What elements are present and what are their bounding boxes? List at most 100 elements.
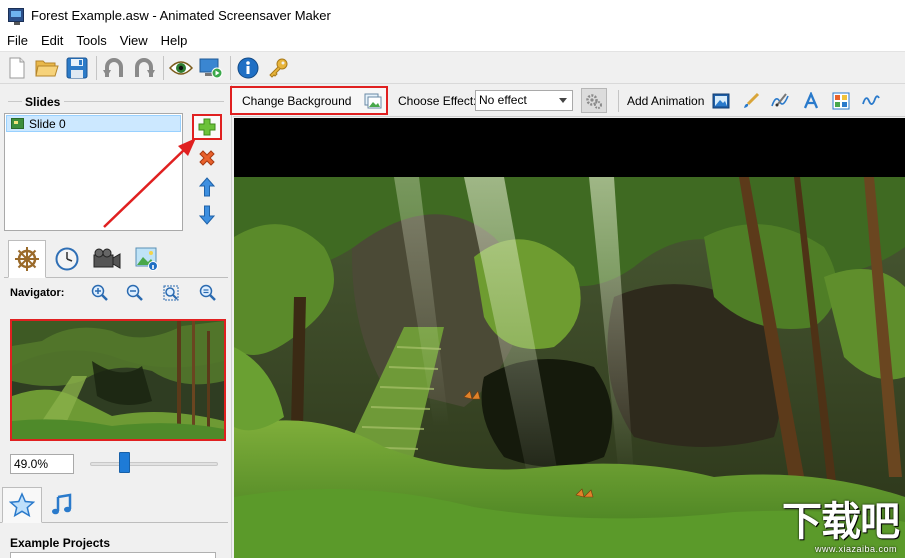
grid-shapes-icon xyxy=(832,92,850,110)
redo-button[interactable] xyxy=(130,54,158,82)
toolbar-separator xyxy=(618,90,619,112)
tab-timing[interactable] xyxy=(48,242,86,276)
app-monitor-icon xyxy=(8,8,24,25)
key-icon xyxy=(269,58,288,78)
slides-divider xyxy=(64,101,224,102)
add-shapes-animation-button[interactable] xyxy=(829,89,853,113)
slide-toolbar: Change Background Choose Effect: No effe… xyxy=(230,85,905,117)
new-button[interactable] xyxy=(3,54,31,82)
menu-tools[interactable]: Tools xyxy=(69,33,112,48)
zoom-out-button[interactable] xyxy=(124,282,146,304)
add-path-animation-button[interactable] xyxy=(859,89,883,113)
arrow-down-icon xyxy=(199,205,215,225)
video-camera-icon xyxy=(93,248,121,269)
window-title: Forest Example.asw - Animated Screensave… xyxy=(31,7,331,23)
info-button[interactable] xyxy=(234,54,262,82)
navigator-preview[interactable] xyxy=(10,319,226,441)
zoom-actual-button[interactable] xyxy=(197,282,219,304)
example-projects-list[interactable] xyxy=(10,552,216,558)
move-slide-up-button[interactable] xyxy=(192,174,222,200)
picture-frame-icon xyxy=(712,93,730,109)
chevron-down-icon xyxy=(559,98,567,103)
site-watermark: 下载吧 www.xiazaiba.com xyxy=(768,500,901,554)
move-slide-down-button[interactable] xyxy=(192,202,222,228)
tab-projects[interactable] xyxy=(2,487,42,523)
library-tabs xyxy=(0,485,228,523)
watermark-url: www.xiazaiba.com xyxy=(814,544,897,554)
toolbar-separator xyxy=(230,55,231,80)
gears-icon xyxy=(586,93,602,109)
zoom-slider-track[interactable] xyxy=(90,462,218,466)
clock-icon xyxy=(55,247,79,271)
title-bar: Forest Example.asw - Animated Screensave… xyxy=(0,0,905,30)
example-projects-label: Example Projects xyxy=(10,536,111,550)
add-text-animation-button[interactable] xyxy=(799,89,823,113)
add-slide-button[interactable] xyxy=(192,114,222,140)
menu-bar: File Edit Tools View Help xyxy=(0,30,905,52)
add-draw-animation-button[interactable] xyxy=(768,89,792,113)
slide-thumbnail-icon xyxy=(11,118,24,129)
slides-divider xyxy=(8,101,22,102)
slides-label: Slides xyxy=(25,95,61,109)
zoom-fit-icon xyxy=(163,285,179,301)
add-brush-animation-button[interactable] xyxy=(739,89,763,113)
toolbar-separator xyxy=(163,55,164,80)
left-panel: Slides Slide 0 Navigator: 49.0% Example … xyxy=(0,85,232,558)
run-screensaver-button[interactable] xyxy=(197,54,225,82)
open-button[interactable] xyxy=(33,54,61,82)
zoom-in-button[interactable] xyxy=(89,282,111,304)
undo-icon xyxy=(103,57,123,77)
change-background-button[interactable]: Change Background xyxy=(230,86,388,115)
new-file-icon xyxy=(9,57,25,78)
pen-draw-icon xyxy=(771,93,789,107)
redo-icon xyxy=(135,57,155,77)
menu-edit[interactable]: Edit xyxy=(34,33,69,48)
watermark-title: 下载吧 xyxy=(782,499,900,545)
slide-item[interactable]: Slide 0 xyxy=(6,115,181,132)
slide-canvas[interactable]: 下载吧 www.xiazaiba.com xyxy=(234,118,905,558)
zoom-percent-field[interactable]: 49.0% xyxy=(10,454,74,474)
menu-help[interactable]: Help xyxy=(154,33,194,48)
menu-file[interactable]: File xyxy=(0,33,34,48)
music-note-icon xyxy=(52,493,72,515)
run-screensaver-icon xyxy=(199,58,223,78)
plus-icon xyxy=(198,118,216,136)
image-info-icon xyxy=(135,247,158,271)
add-image-animation-button[interactable] xyxy=(709,89,733,113)
tab-navigator[interactable] xyxy=(8,240,46,278)
zoom-slider-thumb[interactable] xyxy=(119,452,131,473)
register-key-button[interactable] xyxy=(264,54,292,82)
tab-music[interactable] xyxy=(42,487,82,523)
change-image-icon xyxy=(364,93,382,108)
undo-button[interactable] xyxy=(100,54,128,82)
tab-camera[interactable] xyxy=(88,242,126,276)
zoom-in-icon xyxy=(91,284,108,301)
menu-view[interactable]: View xyxy=(113,33,154,48)
save-icon xyxy=(66,57,88,78)
delete-slide-button[interactable] xyxy=(192,145,222,171)
zoom-fit-button[interactable] xyxy=(160,282,182,304)
paintbrush-icon xyxy=(744,92,760,108)
add-animation-label: Add Animation xyxy=(627,94,705,108)
slide-item-label: Slide 0 xyxy=(29,116,66,131)
arrow-up-icon xyxy=(199,177,215,197)
change-background-label: Change Background xyxy=(242,93,352,108)
effect-dropdown[interactable]: No effect xyxy=(475,90,573,111)
slides-list[interactable]: Slide 0 xyxy=(4,113,183,231)
preview-button[interactable] xyxy=(167,54,195,82)
zoom-actual-size-icon xyxy=(199,284,216,301)
open-folder-icon xyxy=(35,60,59,76)
navigator-label: Navigator: xyxy=(10,287,65,299)
forest-thumbnail-image xyxy=(12,321,224,439)
save-button[interactable] xyxy=(63,54,91,82)
effect-settings-button[interactable] xyxy=(581,88,607,113)
effect-dropdown-value: No effect xyxy=(479,93,527,107)
preview-eye-icon xyxy=(169,60,193,75)
wave-path-icon xyxy=(862,95,880,105)
tab-background-image[interactable] xyxy=(128,242,166,276)
property-tabs xyxy=(4,238,228,278)
zoom-out-icon xyxy=(126,284,143,301)
choose-effect-label: Choose Effect: xyxy=(398,94,477,108)
star-icon xyxy=(9,492,35,518)
delete-x-icon xyxy=(199,150,215,166)
